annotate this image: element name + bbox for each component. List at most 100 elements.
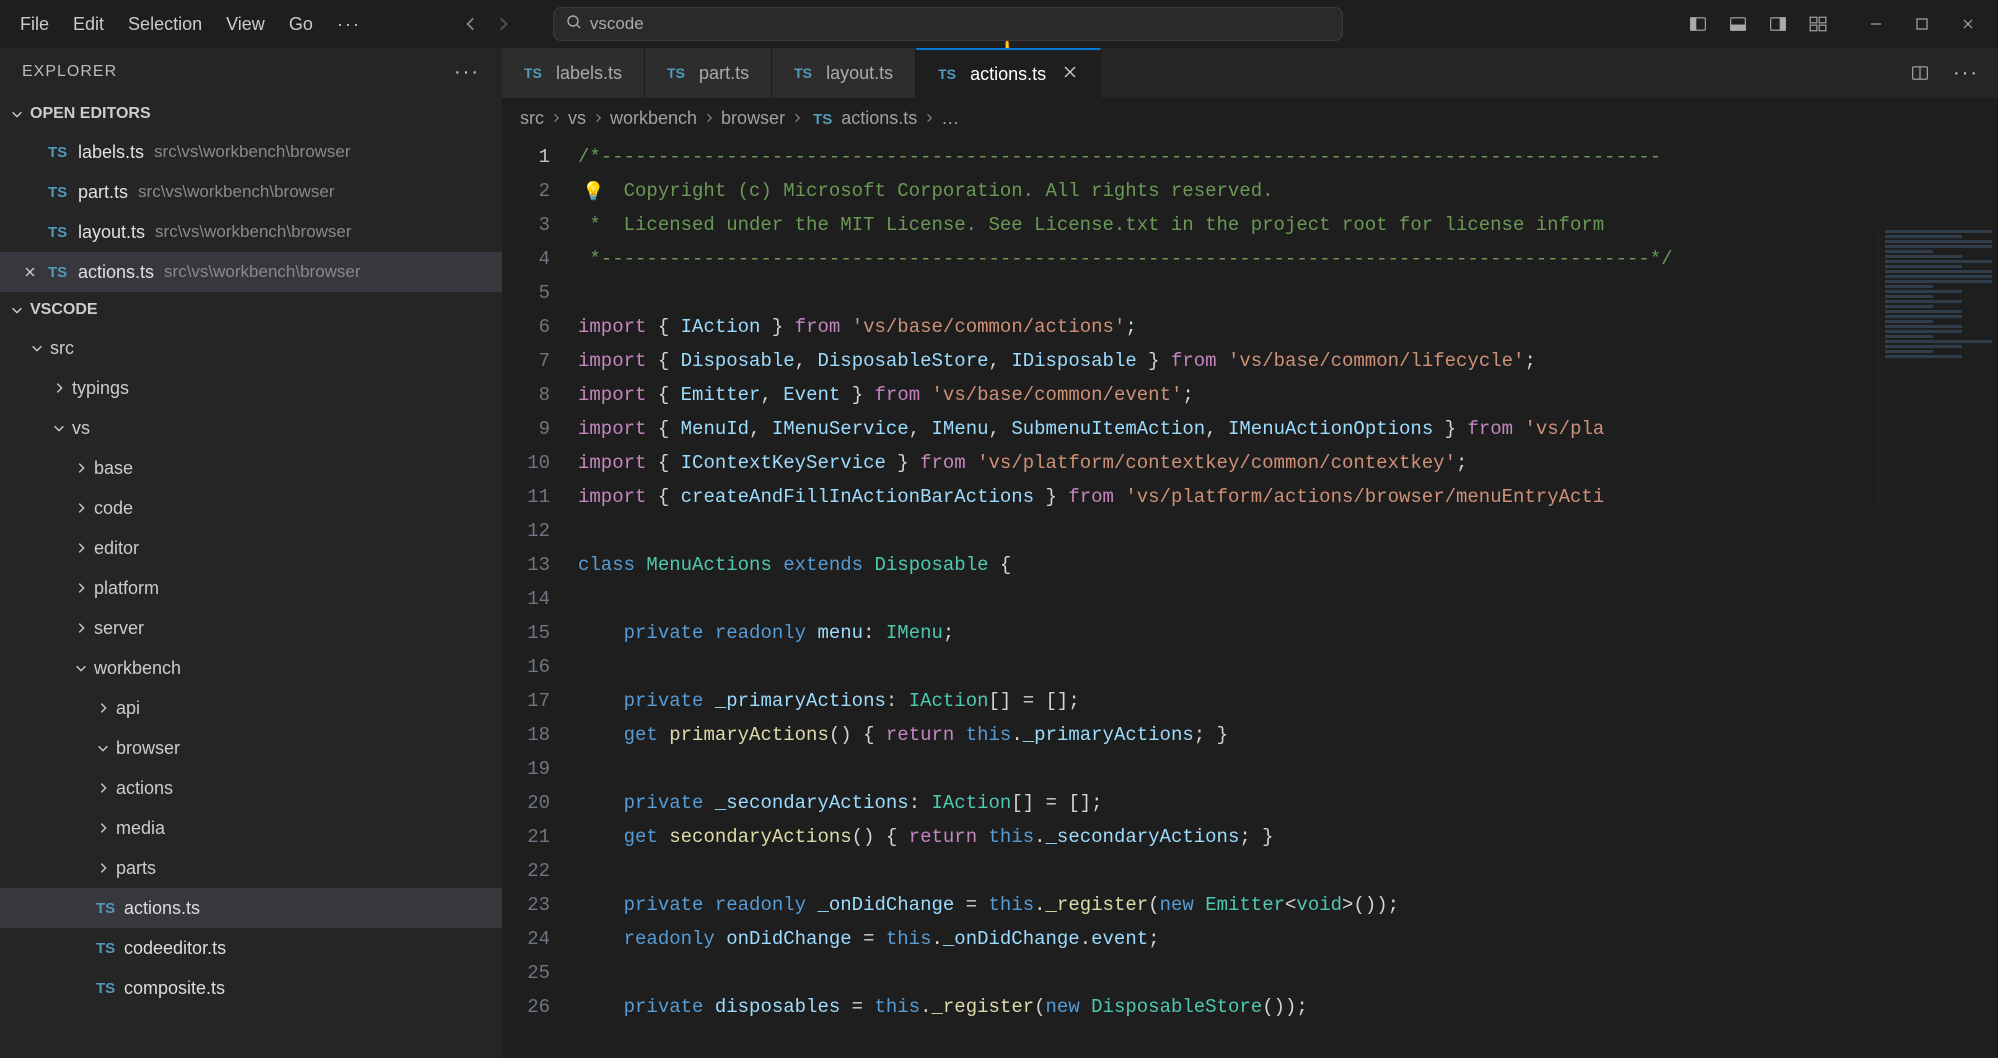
close-icon[interactable] (20, 265, 40, 279)
breadcrumb-segment[interactable]: vs (568, 108, 586, 129)
open-editors-header[interactable]: OPEN EDITORS (0, 96, 502, 132)
tree-folder[interactable]: api (0, 688, 502, 728)
more-actions-icon[interactable]: ··· (1952, 59, 1980, 87)
editor-tab[interactable]: TSlabels.ts (502, 48, 645, 98)
line-number: 11 (502, 480, 550, 514)
tab-label: actions.ts (970, 64, 1046, 85)
open-editor-item[interactable]: TSactions.tssrc\vs\workbench\browser (0, 252, 502, 292)
ts-file-icon: TS (524, 65, 546, 81)
open-editor-name: layout.ts (78, 222, 145, 243)
code-line[interactable]: private _secondaryActions: IAction[] = [… (578, 786, 1998, 820)
chevron-down-icon (30, 341, 44, 355)
code-line[interactable] (578, 956, 1998, 990)
tree-folder[interactable]: actions (0, 768, 502, 808)
nav-forward-icon[interactable] (489, 10, 517, 38)
open-editor-item[interactable]: TSlabels.tssrc\vs\workbench\browser (0, 132, 502, 172)
code-line[interactable]: private readonly _onDidChange = this._re… (578, 888, 1998, 922)
window-maximize-icon[interactable] (1908, 10, 1936, 38)
tree-file[interactable]: TScomposite.ts (0, 968, 502, 1008)
editor-tab[interactable]: TSlayout.ts (772, 48, 916, 98)
tree-folder[interactable]: server (0, 608, 502, 648)
menu-file[interactable]: File (8, 8, 61, 41)
tree-folder[interactable]: media (0, 808, 502, 848)
breadcrumb-segment[interactable]: src (520, 108, 544, 129)
code-line[interactable]: import { MenuId, IMenuService, IMenu, Su… (578, 412, 1998, 446)
tree-folder[interactable]: workbench (0, 648, 502, 688)
open-editor-path: src\vs\workbench\browser (154, 142, 351, 162)
chevron-right-icon (74, 461, 88, 475)
menu-edit[interactable]: Edit (61, 8, 116, 41)
code-line[interactable] (578, 582, 1998, 616)
line-number-gutter: 1234567891011121314151617181920212223242… (502, 138, 578, 1058)
layout-bottom-icon[interactable] (1724, 10, 1752, 38)
chevron-right-icon (74, 501, 88, 515)
layout-left-icon[interactable] (1684, 10, 1712, 38)
code-line[interactable]: get secondaryActions() { return this._se… (578, 820, 1998, 854)
tree-folder[interactable]: src (0, 328, 502, 368)
tree-folder[interactable]: vs (0, 408, 502, 448)
chevron-right-icon (52, 381, 66, 395)
code-line[interactable]: private readonly menu: IMenu; (578, 616, 1998, 650)
line-number: 26 (502, 990, 550, 1024)
code-line[interactable]: private _primaryActions: IAction[] = []; (578, 684, 1998, 718)
editor-tab[interactable]: TSactions.ts (916, 48, 1101, 98)
code-line[interactable]: * Licensed under the MIT License. See Li… (578, 208, 1998, 242)
tree-file[interactable]: TScodeeditor.ts (0, 928, 502, 968)
code-line[interactable]: import { Emitter, Event } from 'vs/base/… (578, 378, 1998, 412)
chevron-down-icon (96, 741, 110, 755)
code-content[interactable]: /*--------------------------------------… (578, 138, 1998, 1058)
split-editor-icon[interactable] (1906, 59, 1934, 87)
window-minimize-icon[interactable] (1862, 10, 1890, 38)
command-center[interactable]: vscode (553, 7, 1343, 41)
window-close-icon[interactable] (1954, 10, 1982, 38)
breadcrumb-segment[interactable]: … (941, 108, 959, 129)
menu-selection[interactable]: Selection (116, 8, 214, 41)
tree-folder[interactable]: typings (0, 368, 502, 408)
tree-folder[interactable]: base (0, 448, 502, 488)
menu-view[interactable]: View (214, 8, 277, 41)
editor-tab[interactable]: TSpart.ts (645, 48, 772, 98)
open-editor-item[interactable]: TSlayout.tssrc\vs\workbench\browser (0, 212, 502, 252)
tree-folder[interactable]: platform (0, 568, 502, 608)
tree-folder[interactable]: parts (0, 848, 502, 888)
layout-customize-icon[interactable] (1804, 10, 1832, 38)
open-editor-name: actions.ts (78, 262, 154, 283)
titlebar-right (1684, 10, 1990, 38)
code-line[interactable]: readonly onDidChange = this._onDidChange… (578, 922, 1998, 956)
code-line[interactable] (578, 650, 1998, 684)
tree-file[interactable]: TSactions.ts (0, 888, 502, 928)
breadcrumb-segment[interactable]: browser (721, 108, 785, 129)
tree-folder[interactable]: editor (0, 528, 502, 568)
minimap[interactable] (1878, 228, 1998, 508)
code-line[interactable] (578, 276, 1998, 310)
breadcrumb-segment[interactable]: workbench (610, 108, 697, 129)
explorer-more-icon[interactable]: ··· (454, 61, 480, 84)
code-line[interactable]: import { IContextKeyService } from 'vs/p… (578, 446, 1998, 480)
code-line[interactable]: private disposables = this._register(new… (578, 990, 1998, 1024)
menu-go[interactable]: Go (277, 8, 325, 41)
code-line[interactable]: get primaryActions() { return this._prim… (578, 718, 1998, 752)
breadcrumb-segment[interactable]: TS actions.ts (809, 108, 917, 129)
tree-folder[interactable]: browser (0, 728, 502, 768)
open-editor-item[interactable]: TSpart.tssrc\vs\workbench\browser (0, 172, 502, 212)
code-line[interactable] (578, 752, 1998, 786)
nav-back-icon[interactable] (457, 10, 485, 38)
menubar: File Edit Selection View Go ··· (8, 8, 373, 41)
code-editor[interactable]: 1234567891011121314151617181920212223242… (502, 138, 1998, 1058)
close-icon[interactable] (1062, 64, 1078, 85)
lightbulb-icon[interactable]: 💡 (582, 176, 604, 210)
code-line[interactable]: /*--------------------------------------… (578, 140, 1998, 174)
code-line[interactable]: class MenuActions extends Disposable { (578, 548, 1998, 582)
tree-folder[interactable]: code (0, 488, 502, 528)
workspace-header[interactable]: VSCODE (0, 292, 502, 328)
layout-right-icon[interactable] (1764, 10, 1792, 38)
code-line[interactable]: *---------------------------------------… (578, 242, 1998, 276)
breadcrumb[interactable]: src vs workbench browser TS actions.ts … (502, 98, 1998, 138)
menu-more-icon[interactable]: ··· (325, 8, 373, 41)
code-line[interactable]: * Copyright (c) Microsoft Corporation. A… (578, 174, 1998, 208)
code-line[interactable] (578, 514, 1998, 548)
code-line[interactable]: import { Disposable, DisposableStore, ID… (578, 344, 1998, 378)
code-line[interactable]: import { createAndFillInActionBarActions… (578, 480, 1998, 514)
code-line[interactable]: import { IAction } from 'vs/base/common/… (578, 310, 1998, 344)
code-line[interactable] (578, 854, 1998, 888)
